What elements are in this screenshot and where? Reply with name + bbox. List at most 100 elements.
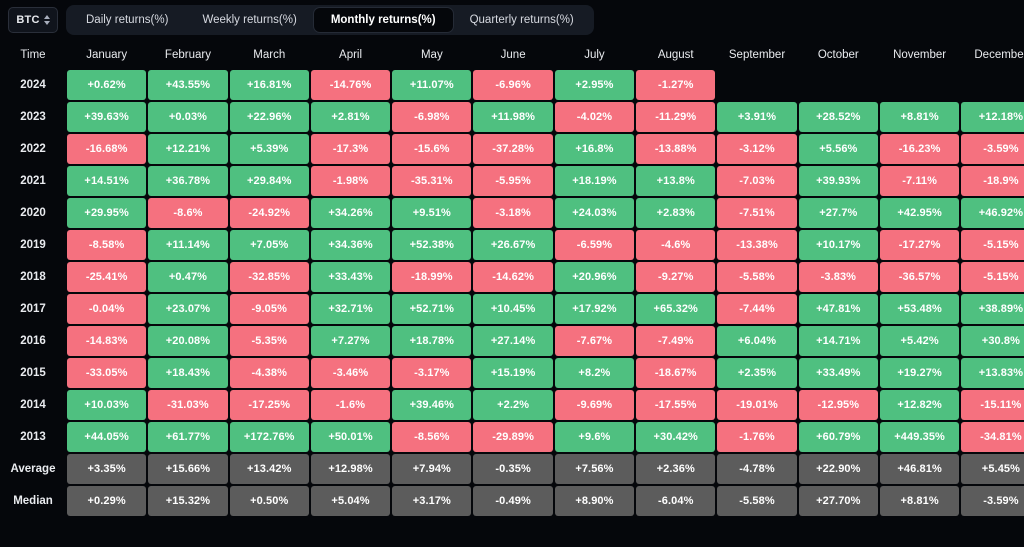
table-row: Average +3.35% +15.66% +13.42% +12.98% +7.94%… [1, 454, 1024, 484]
cell-2021-april: -1.98% [310, 166, 391, 196]
cell-2019-may: +52.38% [392, 230, 472, 260]
cell-2020-august: +2.83% [636, 198, 716, 228]
cell-2014-february: -31.03% [148, 390, 228, 420]
cell-2019-november: -17.27% [879, 230, 960, 260]
cell-2017-july: +17.92% [554, 294, 635, 324]
cell-2018-june: -14.62% [473, 262, 553, 292]
table-row: 2014 +10.03% -31.03% -17.25% -1.6% +39.46% +2.… [1, 390, 1024, 420]
cell-2021-november: -7.11% [879, 166, 960, 196]
cell-median-may: +3.17% [392, 486, 472, 516]
stepper-updown-icon[interactable] [43, 15, 50, 25]
cell-2017-october: +47.81% [798, 294, 878, 324]
cell-2020-september: -7.51% [717, 198, 797, 228]
cell-2014-november: +12.82% [879, 390, 960, 420]
cell-2016-may: +18.78% [392, 326, 472, 356]
table-row: 2019 -8.58% +11.14% +7.05% +34.36% +52.38% +26… [1, 230, 1024, 260]
cell-2018-september: -5.58% [717, 262, 797, 292]
table-row: 2021 +14.51% +36.78% +29.84% -1.98% -35.31% -5… [1, 166, 1024, 196]
row-header-median: Median [1, 486, 65, 516]
cell-2015-january: -33.05% [67, 358, 147, 388]
cell-2024-june: -6.96% [473, 70, 553, 100]
cell-2015-july: +8.2% [554, 358, 635, 388]
cell-2017-august: +65.32% [636, 294, 716, 324]
cell-2016-november: +5.42% [879, 326, 960, 356]
cell-2019-february: +11.14% [148, 230, 228, 260]
row-header-2016: 2016 [1, 326, 65, 356]
cell-2019-april: +34.36% [310, 230, 391, 260]
cell-2018-january: -25.41% [67, 262, 147, 292]
cell-2020-february: -8.6% [148, 198, 228, 228]
table-row: 2016 -14.83% +20.08% -5.35% +7.27% +18.78% +27… [1, 326, 1024, 356]
cell-2024-november [880, 70, 959, 100]
column-header-november: November [879, 42, 960, 68]
cell-2018-july: +20.96% [554, 262, 635, 292]
cell-2020-january: +29.95% [67, 198, 147, 228]
cell-2014-august: -17.55% [636, 390, 716, 420]
cell-average-march: +13.42% [229, 454, 309, 484]
tab-weekly-returns[interactable]: Weekly returns(%) [185, 8, 313, 32]
cell-2016-july: -7.67% [554, 326, 635, 356]
cell-2023-september: +3.91% [717, 102, 797, 132]
cell-2014-july: -9.69% [554, 390, 635, 420]
cell-2018-april: +33.43% [310, 262, 391, 292]
toolbar: BTC Daily returns(%) Weekly returns(%) Mon… [0, 0, 1024, 40]
cell-average-may: +7.94% [392, 454, 472, 484]
cell-2015-november: +19.27% [879, 358, 960, 388]
asset-selector[interactable]: BTC [8, 7, 58, 33]
cell-2013-april: +50.01% [310, 422, 391, 452]
tab-monthly-returns[interactable]: Monthly returns(%) [313, 8, 453, 32]
cell-2020-april: +34.26% [310, 198, 391, 228]
cell-median-august: -6.04% [636, 486, 716, 516]
cell-2019-january: -8.58% [67, 230, 147, 260]
cell-2019-june: +26.67% [473, 230, 553, 260]
cell-2020-november: +42.95% [879, 198, 960, 228]
row-header-2024: 2024 [1, 70, 65, 100]
cell-2022-may: -15.6% [392, 134, 472, 164]
cell-2014-december: -15.11% [961, 390, 1024, 420]
cell-2024-january: +0.62% [67, 70, 147, 100]
cell-2020-october: +27.7% [798, 198, 878, 228]
table-row: 2020 +29.95% -8.6% -24.92% +34.26% +9.51% -3.1… [1, 198, 1024, 228]
cell-2016-august: -7.49% [636, 326, 716, 356]
column-header-october: October [798, 42, 878, 68]
cell-2013-december: -34.81% [961, 422, 1024, 452]
cell-2018-october: -3.83% [798, 262, 878, 292]
cell-median-november: +8.81% [879, 486, 960, 516]
cell-median-december: -3.59% [961, 486, 1024, 516]
cell-2015-march: -4.38% [229, 358, 309, 388]
cell-2022-august: -13.88% [636, 134, 716, 164]
row-header-2022: 2022 [1, 134, 65, 164]
cell-2017-march: -9.05% [229, 294, 309, 324]
row-header-2020: 2020 [1, 198, 65, 228]
cell-median-september: -5.58% [717, 486, 797, 516]
cell-2018-november: -36.57% [879, 262, 960, 292]
chevron-down-icon [43, 21, 50, 25]
cell-2019-september: -13.38% [717, 230, 797, 260]
tab-daily-returns[interactable]: Daily returns(%) [69, 8, 185, 32]
cell-2017-january: -0.04% [67, 294, 147, 324]
cell-2023-june: +11.98% [473, 102, 553, 132]
cell-2015-september: +2.35% [717, 358, 797, 388]
tab-quarterly-returns[interactable]: Quarterly returns(%) [453, 8, 591, 32]
asset-selector-label: BTC [16, 14, 40, 26]
cell-2020-december: +46.92% [961, 198, 1024, 228]
cell-average-june: -0.35% [473, 454, 553, 484]
cell-2024-august: -1.27% [636, 70, 716, 100]
cell-2022-march: +5.39% [229, 134, 309, 164]
cell-2024-april: -14.76% [310, 70, 391, 100]
table-row: 2015 -33.05% +18.43% -4.38% -3.46% -3.17% +15.… [1, 358, 1024, 388]
cell-2023-january: +39.63% [67, 102, 147, 132]
cell-2016-december: +30.8% [961, 326, 1024, 356]
cell-2022-january: -16.68% [67, 134, 147, 164]
cell-2020-june: -3.18% [473, 198, 553, 228]
column-header-june: June [473, 42, 553, 68]
cell-2014-september: -19.01% [717, 390, 797, 420]
cell-2017-december: +38.89% [961, 294, 1024, 324]
table-row: 2013 +44.05% +61.77% +172.76% +50.01% -8.56% -… [1, 422, 1024, 452]
column-header-march: March [229, 42, 309, 68]
cell-2024-october [799, 70, 878, 100]
cell-2023-august: -11.29% [636, 102, 716, 132]
cell-2013-november: +449.35% [879, 422, 960, 452]
cell-2021-june: -5.95% [473, 166, 553, 196]
heatmap-table-wrap: Time January February March April May June July… [0, 40, 1024, 547]
